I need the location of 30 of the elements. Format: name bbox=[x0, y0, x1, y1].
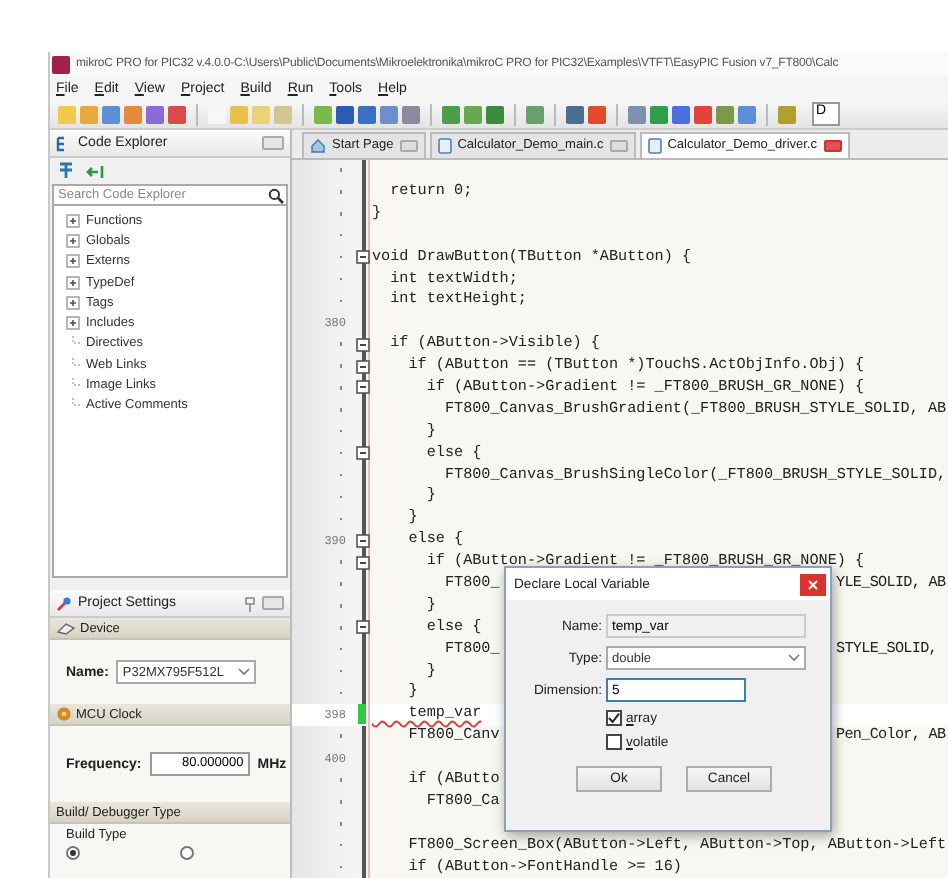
fold-icon[interactable] bbox=[355, 359, 369, 374]
pin-icon[interactable] bbox=[244, 595, 256, 611]
radio-button[interactable] bbox=[66, 846, 80, 860]
fold-icon[interactable] bbox=[355, 555, 369, 570]
fold-icon[interactable] bbox=[355, 250, 369, 265]
expand-icon[interactable] bbox=[66, 295, 80, 310]
settings-icon bbox=[56, 595, 72, 611]
fold-icon[interactable] bbox=[355, 380, 369, 395]
home-icon bbox=[310, 137, 326, 154]
fold-icon[interactable] bbox=[355, 533, 369, 548]
fold-icon[interactable] bbox=[355, 337, 369, 352]
checkbox[interactable] bbox=[606, 734, 622, 750]
expand-icon[interactable] bbox=[66, 213, 80, 228]
app-logo-icon bbox=[52, 55, 70, 73]
file-icon bbox=[647, 137, 662, 154]
close-button[interactable] bbox=[800, 573, 826, 595]
fold-icon[interactable] bbox=[355, 620, 369, 635]
expand-icon[interactable] bbox=[66, 275, 80, 290]
expand-icon[interactable] bbox=[66, 233, 80, 248]
close-icon bbox=[808, 579, 818, 589]
expand-icon[interactable] bbox=[66, 254, 80, 269]
jump-arrow-icon[interactable] bbox=[86, 163, 104, 179]
expand-icon[interactable] bbox=[66, 316, 80, 331]
checkbox[interactable] bbox=[606, 710, 622, 726]
gear-icon bbox=[56, 706, 72, 722]
search-icon[interactable] bbox=[268, 187, 284, 203]
radio-button[interactable] bbox=[180, 846, 194, 860]
fold-icon[interactable] bbox=[355, 446, 369, 461]
file-icon bbox=[437, 137, 452, 154]
close-button[interactable] bbox=[823, 139, 841, 152]
